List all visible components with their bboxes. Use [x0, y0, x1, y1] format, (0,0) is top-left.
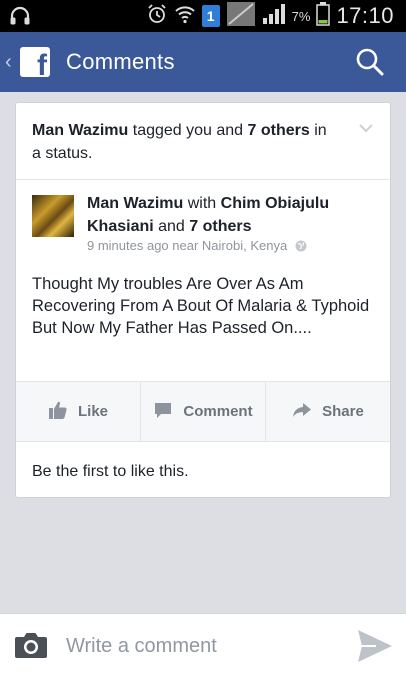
- share-button[interactable]: Share: [266, 382, 390, 441]
- notification-actor[interactable]: Man Wazimu: [32, 122, 128, 139]
- globe-icon: [295, 240, 307, 252]
- like-button[interactable]: Like: [16, 382, 140, 441]
- post-author[interactable]: Man Wazimu: [87, 195, 183, 212]
- divider: [16, 441, 390, 442]
- notification-others[interactable]: 7 others: [248, 122, 310, 139]
- likes-summary: Be the first to like this.: [32, 463, 189, 480]
- with-text: with: [183, 195, 221, 212]
- wifi-icon: [174, 3, 196, 30]
- avatar[interactable]: [32, 195, 74, 237]
- comment-button[interactable]: Comment: [140, 382, 266, 441]
- comment-composer: [0, 613, 406, 677]
- like-label: Like: [77, 403, 108, 420]
- tagged-others[interactable]: 7 others: [189, 218, 251, 235]
- thumbs-up-icon: [48, 400, 68, 424]
- signal-icon: [262, 3, 286, 30]
- send-icon[interactable]: [356, 628, 394, 664]
- share-label: Share: [322, 403, 364, 420]
- divider: [16, 179, 390, 180]
- facebook-logo-icon[interactable]: f: [20, 47, 50, 77]
- comment-icon: [153, 400, 173, 424]
- headset-icon: [8, 4, 32, 33]
- post-timestamp[interactable]: 9 minutes ago near Nairobi, Kenya: [87, 238, 287, 253]
- action-bar: Like Comment Share: [16, 382, 390, 441]
- search-icon[interactable]: [354, 46, 386, 78]
- status-bar: 1 7% 17:10: [0, 0, 406, 32]
- post-meta: 9 minutes ago near Nairobi, Kenya: [87, 238, 307, 253]
- post-body: Thought My troubles Are Over As Am Recov…: [32, 275, 370, 337]
- comment-input[interactable]: [66, 631, 326, 661]
- comment-label: Comment: [183, 403, 253, 420]
- and-text: and: [153, 218, 190, 235]
- clock: 17:10: [336, 3, 394, 28]
- camera-icon[interactable]: [14, 631, 48, 659]
- back-chevron-icon[interactable]: ‹: [5, 51, 17, 74]
- chevron-down-icon[interactable]: [358, 121, 374, 133]
- share-arrow-icon: [292, 400, 312, 424]
- app-bar: ‹ f Comments: [0, 32, 406, 92]
- battery-icon: [316, 1, 331, 31]
- sim-indicator: 1: [201, 5, 220, 27]
- no-signal-icon: [226, 1, 256, 32]
- post-author-line: Man Wazimu with Chim Obiajulu Khasiani a…: [87, 192, 377, 238]
- battery-percent: 7%: [291, 8, 311, 24]
- notification-text: tagged you and: [128, 122, 248, 139]
- tag-notification[interactable]: Man Wazimu tagged you and 7 others in a …: [32, 119, 332, 165]
- story-card: Man Wazimu tagged you and 7 others in a …: [15, 102, 391, 498]
- alarm-icon: [146, 3, 168, 30]
- page-title: Comments: [66, 49, 175, 74]
